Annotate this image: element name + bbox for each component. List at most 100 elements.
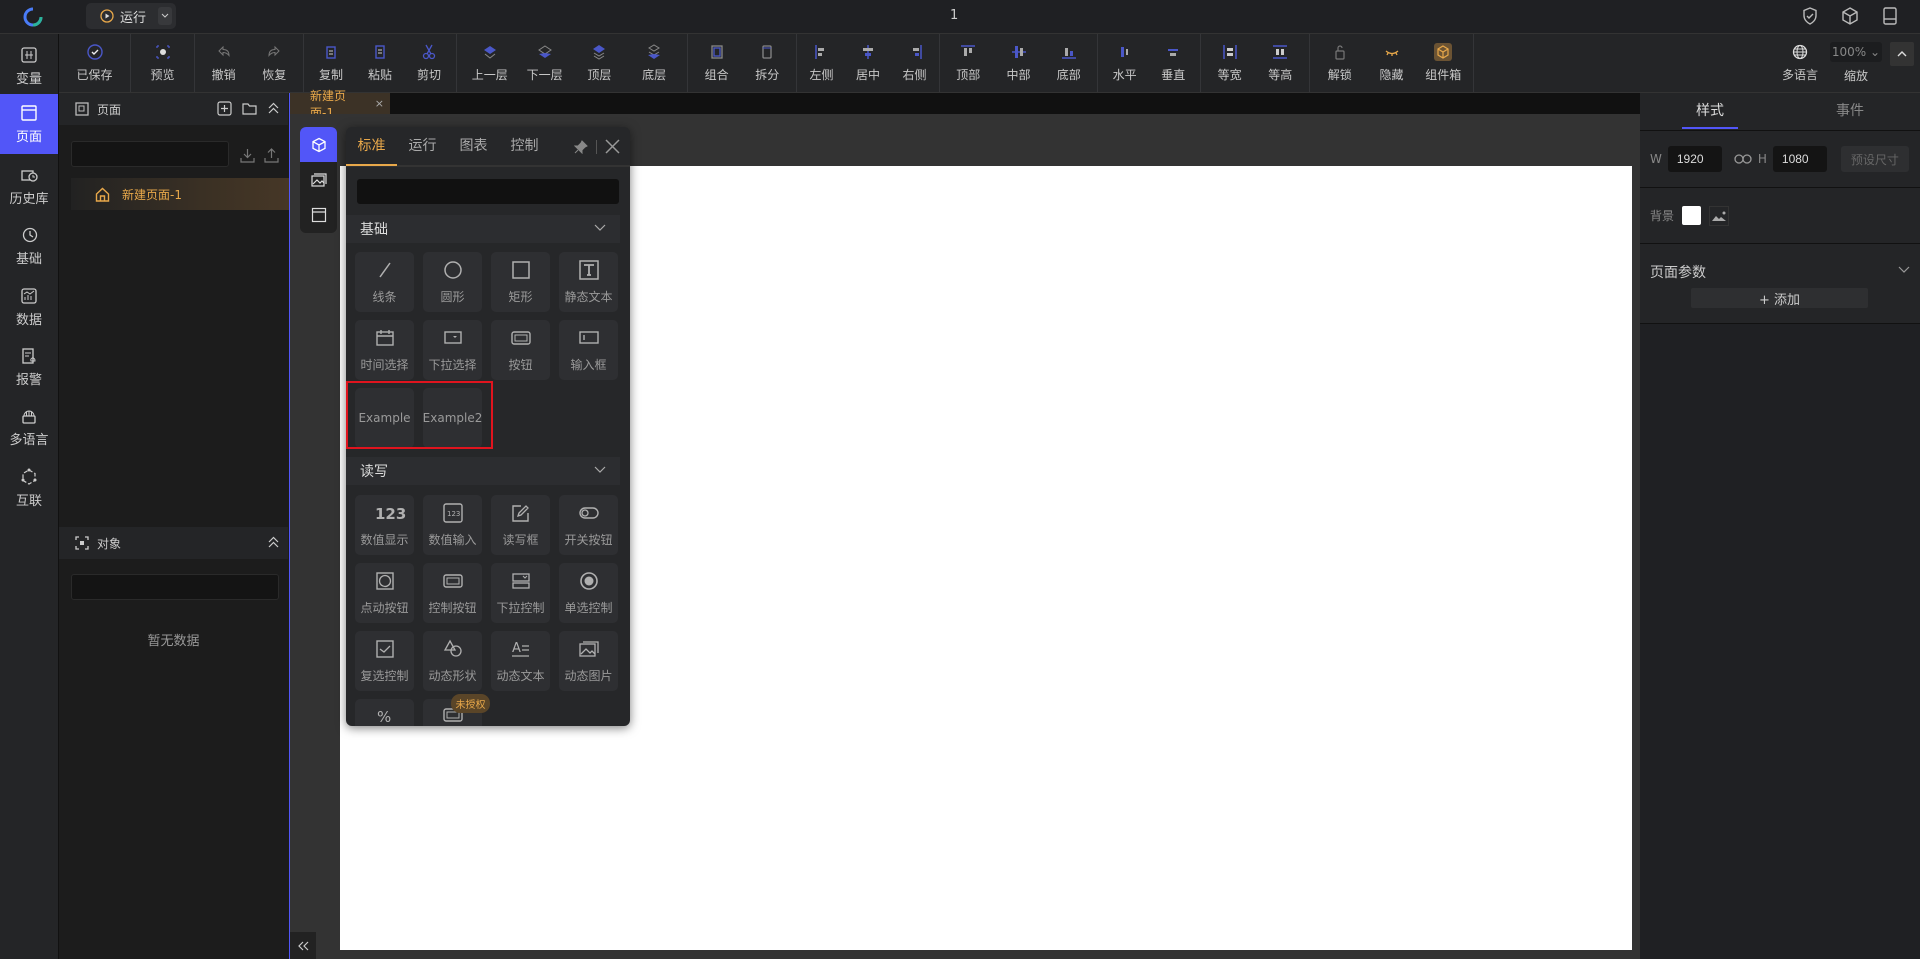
eye-button[interactable]: 预览 <box>141 34 185 92</box>
toggle-icon <box>578 503 599 523</box>
close-icon[interactable] <box>605 139 620 154</box>
import-icon[interactable] <box>240 148 255 163</box>
close-icon[interactable]: × <box>375 97 384 110</box>
component-item[interactable]: 单选控制 <box>559 563 618 623</box>
gallery-icon[interactable] <box>300 162 337 197</box>
align-left-button[interactable]: 左侧 <box>800 34 844 92</box>
language-button[interactable]: 多语言 <box>1778 34 1822 93</box>
component-item[interactable]: 下拉选择 <box>423 320 482 380</box>
component-item[interactable]: 123 数值显示 <box>355 495 414 555</box>
unlock-button[interactable]: 解锁 <box>1318 34 1362 92</box>
component-item[interactable]: 矩形 <box>491 252 550 312</box>
component-item[interactable]: 线条 <box>355 252 414 312</box>
tab-events[interactable]: 事件 <box>1780 93 1920 130</box>
add-page-icon[interactable] <box>217 101 232 116</box>
width-input[interactable] <box>1667 146 1722 172</box>
preset-size-button[interactable]: 预设尺寸 <box>1840 146 1909 172</box>
align-right-button[interactable]: 右侧 <box>893 34 937 92</box>
panel-layout-icon[interactable] <box>1880 6 1900 26</box>
collapse-up-icon[interactable] <box>267 535 280 550</box>
components-icon[interactable] <box>300 127 337 162</box>
palette-tab[interactable]: 图表 <box>448 127 499 166</box>
nav-item-history-db[interactable]: 历史库 <box>0 156 58 216</box>
nav-item-language[interactable]: 多语言 <box>0 397 58 457</box>
component-item[interactable]: 动态图片 <box>559 631 618 691</box>
object-search-input[interactable] <box>71 574 279 600</box>
eye-closed-button[interactable]: 隐藏 <box>1370 34 1414 92</box>
export-icon[interactable] <box>264 148 279 163</box>
zoom-control[interactable]: 100% ⌄ 缩放 <box>1828 34 1884 93</box>
zoom-select[interactable]: 100% ⌄ <box>1830 42 1882 62</box>
component-item[interactable]: 输入框 <box>559 320 618 380</box>
equal-width-button[interactable]: 等宽 <box>1208 34 1252 92</box>
background-color-swatch[interactable] <box>1682 206 1702 225</box>
window-icon[interactable] <box>300 197 337 232</box>
component-item[interactable]: 控制按钮 <box>423 563 482 623</box>
tab-style[interactable]: 样式 <box>1640 93 1780 130</box>
layer-up-button[interactable]: 上一层 <box>468 34 512 92</box>
group-button[interactable]: 组合 <box>695 34 739 92</box>
align-bottom-button[interactable]: 底部 <box>1047 34 1091 92</box>
component-item[interactable]: A 动态文本 <box>491 631 550 691</box>
pin-icon[interactable] <box>574 139 588 154</box>
equal-height-button[interactable]: 等高 <box>1258 34 1302 92</box>
run-dropdown[interactable] <box>158 7 173 25</box>
component-item[interactable]: 动态形状 <box>423 631 482 691</box>
layer-down-button[interactable]: 下一层 <box>523 34 567 92</box>
editor-tab[interactable]: 新建页面-1 × <box>290 89 390 120</box>
distribute-vertical-button[interactable]: 垂直 <box>1151 34 1195 92</box>
align-top-button[interactable]: 顶部 <box>946 34 990 92</box>
nav-item-page[interactable]: 页面 <box>0 94 58 154</box>
paste-button[interactable]: 粘贴 <box>358 34 402 92</box>
svg-text:123: 123 <box>375 505 406 523</box>
component-item[interactable]: 复选控制 <box>355 631 414 691</box>
collapse-toolbar-button[interactable] <box>1890 42 1914 66</box>
check-circle-button[interactable]: 已保存 <box>73 34 117 92</box>
component-item[interactable]: 时间选择 <box>355 320 414 380</box>
copy-button[interactable]: 复制 <box>309 34 353 92</box>
component-item[interactable]: 按钮 <box>491 320 550 380</box>
palette-tab[interactable]: 运行 <box>397 127 448 166</box>
nav-item-variable[interactable]: 变量 <box>0 36 58 96</box>
nav-item-network[interactable]: 互联 <box>0 458 58 518</box>
component-item[interactable]: % <box>355 699 414 726</box>
palette-tab[interactable]: 控制 <box>499 127 550 166</box>
nav-item-chart[interactable]: 数据 <box>0 277 58 337</box>
distribute-horizontal-button[interactable]: 水平 <box>1103 34 1147 92</box>
collapse-up-icon[interactable] <box>267 101 280 116</box>
component-box-button[interactable]: 组件箱 <box>1421 34 1465 92</box>
component-item[interactable]: 开关按钮 <box>559 495 618 555</box>
component-item[interactable]: 下拉控制 <box>491 563 550 623</box>
nav-item-alarm[interactable]: 报警 <box>0 337 58 397</box>
background-image-icon[interactable] <box>1709 205 1730 226</box>
chevron-down-icon[interactable] <box>1898 266 1910 274</box>
component-item[interactable]: 点动按钮 <box>355 563 414 623</box>
folder-icon[interactable] <box>242 101 257 116</box>
height-input[interactable] <box>1772 146 1827 172</box>
redo-button[interactable]: 恢复 <box>252 34 296 92</box>
align-middle-button[interactable]: 中部 <box>997 34 1041 92</box>
run-button[interactable]: 运行 <box>86 3 176 29</box>
ungroup-button[interactable]: 拆分 <box>745 34 789 92</box>
nav-item-clock[interactable]: 基础 <box>0 216 58 276</box>
shield-check-icon[interactable] <box>1800 6 1820 26</box>
scissors-button[interactable]: 剪切 <box>407 34 451 92</box>
page-list-item[interactable]: 新建页面-1 <box>71 178 289 210</box>
align-center-button[interactable]: 居中 <box>846 34 890 92</box>
palette-tab[interactable]: 标准 <box>346 127 397 166</box>
link-icon[interactable] <box>1734 154 1752 164</box>
page-search-input[interactable] <box>71 141 229 167</box>
layer-bottom-button[interactable]: 底层 <box>632 34 676 92</box>
component-item[interactable]: 静态文本 <box>559 252 618 312</box>
undo-button[interactable]: 撤销 <box>202 34 246 92</box>
package-icon[interactable] <box>1840 6 1860 26</box>
component-item[interactable]: 123 数值输入 <box>423 495 482 555</box>
add-param-button[interactable]: + 添加 <box>1691 288 1868 308</box>
expand-left-panel-button[interactable] <box>290 932 316 959</box>
component-item[interactable]: 读写框 <box>491 495 550 555</box>
component-item[interactable]: 圆形 <box>423 252 482 312</box>
layer-top-button[interactable]: 顶层 <box>577 34 621 92</box>
palette-section-header[interactable]: 基础 <box>346 215 620 243</box>
palette-section-header[interactable]: 读写 <box>346 457 620 485</box>
component-search-input[interactable] <box>357 179 619 204</box>
